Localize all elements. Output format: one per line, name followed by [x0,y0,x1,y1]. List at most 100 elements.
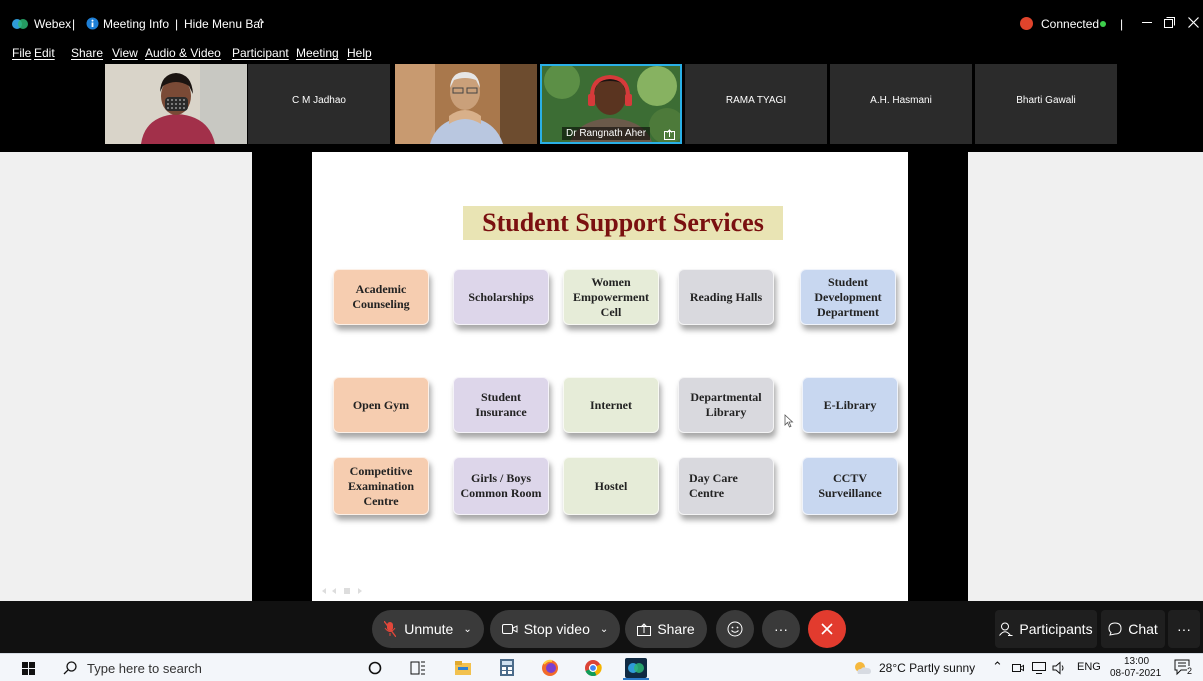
participants-label: Participants [1019,621,1093,637]
participant-video-tile[interactable] [395,64,537,144]
chevron-up-icon[interactable]: ^ [258,16,264,30]
title-separator: | [72,17,76,31]
letterbox-right [908,152,968,601]
share-button[interactable]: Share [625,610,707,648]
participants-panel-button[interactable]: Participants [995,610,1097,648]
participant-name: A.H. Hasmani [870,95,932,106]
end-meeting-button[interactable] [808,610,846,648]
unmute-button[interactable]: Unmute ⌄ [372,610,484,648]
menu-audio-video[interactable]: Audio & Video [145,46,221,60]
chevron-down-icon[interactable]: ⌄ [600,624,608,635]
stop-video-label: Stop video [523,621,590,637]
chevron-down-icon[interactable]: ⌄ [463,624,471,635]
service-box: Internet [563,377,659,433]
meeting-info-button[interactable]: Meeting Info [103,17,169,31]
participant-tile[interactable]: A.H. Hasmani [830,64,972,144]
reactions-button[interactable] [716,610,754,648]
meeting-controls: Unmute ⌄ Stop video ⌄ Share ··· Particip… [0,601,1203,653]
more-options-button[interactable]: ··· [762,610,800,648]
chevron-up-icon[interactable]: ⌃ [992,659,1003,675]
stop-video-button[interactable]: Stop video ⌄ [490,610,620,648]
meet-now-icon[interactable] [1012,662,1024,674]
menu-help[interactable]: Help [347,46,372,60]
letterbox-left [252,152,312,601]
file-explorer-icon[interactable] [455,661,471,675]
windows-start-icon[interactable] [22,662,35,675]
participant-video [395,64,537,144]
calculator-icon[interactable] [500,659,514,676]
service-box: Student Insurance [453,377,549,433]
panels-overflow-button[interactable]: ··· [1168,610,1200,648]
slide-nav-icon[interactable] [320,586,376,596]
input-language[interactable]: ENG [1077,661,1101,673]
title-separator: | [1120,17,1124,31]
menu-edit[interactable]: Edit [34,46,55,60]
search-icon [63,661,77,675]
participant-name: Bharti Gawali [1016,95,1076,106]
active-speaker-tile[interactable]: Dr Rangnath Aher [540,64,682,144]
share-status-icon [664,129,675,140]
participant-tile[interactable]: RAMA TYAGI [685,64,827,144]
menu-meeting[interactable]: Meeting [296,46,339,60]
network-icon[interactable] [1032,662,1046,674]
taskbar-search-input[interactable]: Type here to search [87,661,202,676]
title-bar: Webex | Meeting Info | Hide Menu Bar ^ C… [0,0,1203,44]
participant-tile[interactable]: Bharti Gawali [975,64,1117,144]
close-icon[interactable] [1188,17,1199,28]
chat-panel-button[interactable]: Chat [1101,610,1165,648]
menu-file[interactable]: File [12,46,31,60]
hide-menu-bar-button[interactable]: Hide Menu Bar [184,17,264,31]
share-icon [637,622,652,636]
participant-tile[interactable]: C M Jadhao [248,64,390,144]
service-box: Academic Counseling [333,269,429,325]
share-label: Share [657,621,695,637]
participant-video-tile[interactable] [105,64,247,144]
service-box: Women Empowerment Cell [563,269,659,325]
service-box: Day Care Centre [678,457,774,515]
firefox-icon[interactable] [541,659,559,677]
webex-taskbar-icon[interactable] [625,658,647,678]
connection-status[interactable]: Connected [1041,17,1099,31]
service-box: Departmental Library [678,377,774,433]
menu-view[interactable]: View [112,46,138,60]
slide-title: Student Support Services [463,206,783,240]
service-box: E-Library [802,377,898,433]
menu-bar: File Edit Share View Audio & Video Parti… [0,44,1203,62]
presentation-slide: Student Support Services Academic Counse… [312,152,908,601]
service-box: Girls / Boys Common Room [453,457,549,515]
participant-video [105,64,247,144]
active-speaker-name: Dr Rangnath Aher [562,127,651,140]
cortana-icon[interactable] [368,661,382,675]
overflow-label: ··· [1177,621,1191,637]
service-box: Open Gym [333,377,429,433]
participant-name: RAMA TYAGI [725,95,787,106]
weather-text[interactable]: 28°C Partly sunny [879,661,975,675]
restore-icon[interactable] [1164,17,1175,28]
unmute-label: Unmute [404,621,454,637]
participants-icon [999,622,1013,636]
menu-participant[interactable]: Participant [232,46,289,60]
app-name: Webex [34,17,72,31]
active-app-indicator [623,678,649,680]
chrome-icon[interactable] [584,659,602,677]
chat-label: Chat [1128,621,1158,637]
mouse-cursor-icon [784,414,794,428]
service-box: Reading Halls [678,269,774,325]
clock-date[interactable]: 08-07-2021 [1110,668,1161,679]
weather-partly-sunny-icon[interactable] [852,661,872,675]
clock-time[interactable]: 13:00 [1124,656,1149,667]
info-icon [86,17,99,30]
recording-icon [1020,17,1033,30]
notification-count: 2 [1187,666,1193,676]
webex-logo-icon [12,19,28,29]
volume-icon[interactable] [1052,661,1066,675]
service-box: Scholarships [453,269,549,325]
service-box: Hostel [563,457,659,515]
service-box: Competitive Examination Centre [333,457,429,515]
connected-dot-icon [1100,21,1106,27]
service-box: Student Development Department [800,269,896,325]
task-view-icon[interactable] [410,661,426,675]
minimize-icon[interactable] [1142,22,1152,23]
menu-share[interactable]: Share [71,46,103,60]
emoji-icon [727,621,743,637]
